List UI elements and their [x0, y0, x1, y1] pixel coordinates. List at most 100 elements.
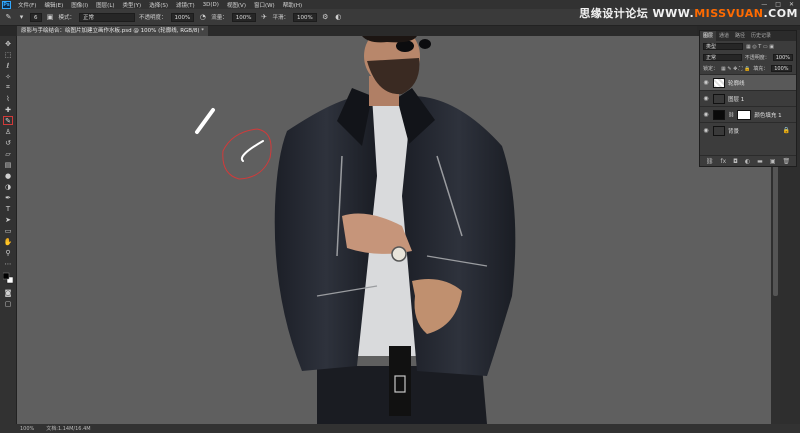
layer-thumbnail [713, 125, 725, 136]
layer-row[interactable]: ◉ 背景 🔒 [700, 122, 796, 138]
layers-panel: 图层 通道 路径 历史记录 类型 ▦ ◎ T ▭ ▣ 正常 不透明度： 100%… [699, 30, 797, 167]
fx-icon[interactable]: fx [720, 158, 726, 165]
layer-name: 轮廓线 [728, 80, 745, 87]
document-canvas[interactable] [17, 36, 780, 424]
brush-size-picker[interactable]: 6 [30, 12, 42, 22]
filter-icons[interactable]: ▦ ◎ T ▭ ▣ [746, 44, 774, 50]
pressure-opacity-icon[interactable]: ◔ [198, 13, 207, 22]
menu-type[interactable]: 类型(Y) [119, 1, 146, 9]
tools-panel: ✥ ⬚ ℓ ✧ ⌗ ⌇ ✚ ✎ ♙ ↺ ▱ ▤ ● ◑ ✒ T ➤ ▭ ✋ ⚲ … [0, 36, 17, 426]
eyedropper-tool-icon[interactable]: ⌇ [3, 94, 13, 103]
layer-name: 图层 1 [728, 96, 745, 103]
layer-mask-thumbnail[interactable] [737, 109, 752, 120]
opacity-field[interactable]: 100% [170, 12, 195, 22]
add-mask-icon[interactable]: ◘ [733, 158, 738, 165]
flow-field[interactable]: 100% [231, 12, 256, 22]
brush-tool-icon[interactable]: ✎ [4, 13, 13, 22]
smoothing-field[interactable]: 100% [293, 12, 317, 22]
pen-tool-icon[interactable]: ✒ [3, 193, 13, 202]
layer-row[interactable]: ◉ 轮廓线 [700, 74, 796, 90]
layer-thumbnail [713, 77, 725, 88]
layer-thumbnail [713, 93, 725, 104]
zoom-tool-icon[interactable]: ⚲ [3, 248, 13, 257]
link-layers-icon[interactable]: ⛓ [706, 158, 714, 165]
fill-label: 填充： [753, 66, 769, 72]
menu-window[interactable]: 窗口(W) [250, 1, 279, 9]
eye-icon[interactable]: ◉ [702, 79, 710, 86]
layer-row[interactable]: ◉ ⛓ 颜色填充 1 [700, 106, 796, 122]
menu-file[interactable]: 文件(F) [14, 1, 40, 9]
menu-help[interactable]: 帮助(H) [279, 1, 306, 9]
hand-tool-icon[interactable]: ✋ [3, 237, 13, 246]
path-select-tool-icon[interactable]: ➤ [3, 215, 13, 224]
menu-layer[interactable]: 图层(L) [92, 1, 118, 9]
lasso-tool-icon[interactable]: ℓ [3, 61, 13, 70]
tab-layers[interactable]: 图层 [700, 31, 717, 41]
history-brush-tool-icon[interactable]: ↺ [3, 138, 13, 147]
menu-image[interactable]: 图像(I) [67, 1, 92, 9]
marquee-tool-icon[interactable]: ⬚ [3, 50, 13, 59]
tab-channels[interactable]: 通道 [716, 31, 732, 41]
layer-opacity-field[interactable]: 100% [772, 54, 793, 61]
brush-settings-icon[interactable]: ▣ [46, 13, 55, 22]
dodge-tool-icon[interactable]: ◑ [3, 182, 13, 191]
menu-edit[interactable]: 编辑(E) [40, 1, 67, 9]
menu-filter[interactable]: 滤镜(T) [172, 1, 199, 9]
zoom-level[interactable]: 100% [20, 426, 34, 432]
document-tab-bar: 原影与手绘结合：绘图片加建立画作水板.psd @ 100% (轮廓线, RGB/… [17, 26, 697, 36]
layer-kind-filter[interactable]: 类型 [703, 43, 743, 50]
layer-name: 背景 [728, 128, 740, 135]
layer-thumbnail [713, 109, 725, 120]
airbrush-icon[interactable]: ✈ [260, 13, 269, 22]
pressure-size-icon[interactable]: ◐ [334, 13, 343, 22]
screen-mode-icon[interactable]: ▢ [3, 299, 13, 308]
adjustment-layer-icon[interactable]: ◐ [745, 158, 750, 165]
fill-field[interactable]: 100% [771, 65, 792, 72]
blend-row: 正常 不透明度： 100% [700, 52, 796, 63]
clone-stamp-tool-icon[interactable]: ♙ [3, 127, 13, 136]
document-tab[interactable]: 原影与手绘结合：绘图片加建立画作水板.psd @ 100% (轮廓线, RGB/… [17, 26, 209, 36]
eye-icon[interactable]: ◉ [702, 127, 710, 134]
crop-tool-icon[interactable]: ⌗ [3, 83, 13, 92]
type-tool-icon[interactable]: T [3, 204, 13, 213]
eye-icon[interactable]: ◉ [702, 95, 710, 102]
move-tool-icon[interactable]: ✥ [3, 39, 13, 48]
document-info[interactable]: 文档:1.14M/16.4M [46, 425, 90, 432]
eye-icon[interactable]: ◉ [702, 111, 710, 118]
blend-mode-select[interactable]: 正常 [703, 54, 742, 61]
tab-history[interactable]: 历史记录 [748, 31, 774, 41]
tab-paths[interactable]: 路径 [732, 31, 748, 41]
menu-view[interactable]: 视图(V) [223, 1, 250, 9]
quick-select-tool-icon[interactable]: ✧ [3, 72, 13, 81]
flow-label: 流量： [211, 15, 228, 21]
menu-select[interactable]: 选择(S) [145, 1, 172, 9]
blur-tool-icon[interactable]: ● [3, 171, 13, 180]
delete-layer-icon[interactable]: 🗑 [783, 158, 791, 165]
gear-icon[interactable]: ⚙ [321, 13, 330, 22]
site-watermark: 思缘设计论坛 WWW.MISSVUAN.COM [579, 5, 798, 21]
new-layer-icon[interactable]: ▣ [770, 158, 776, 165]
layer-row[interactable]: ◉ 图层 1 [700, 90, 796, 106]
layers-panel-footer: ⛓ fx ◘ ◐ ▬ ▣ 🗑 [700, 155, 796, 166]
layer-filter-row: 类型 ▦ ◎ T ▭ ▣ [700, 41, 796, 52]
chevron-down-icon[interactable]: ▾ [17, 13, 26, 22]
eraser-tool-icon[interactable]: ▱ [3, 149, 13, 158]
lock-icons[interactable]: ▦ ✎ ✥ ⛶ 🔒 [721, 66, 750, 72]
quick-mask-icon[interactable]: ◙ [3, 288, 13, 297]
smoothing-label: 平滑： [272, 15, 290, 21]
new-group-icon[interactable]: ▬ [757, 158, 763, 165]
panel-tabs: 图层 通道 路径 历史记录 [700, 31, 796, 41]
lock-row: 锁定： ▦ ✎ ✥ ⛶ 🔒 填充： 100% [700, 63, 796, 74]
brush-tool-icon[interactable]: ✎ [3, 116, 13, 125]
menu-3d[interactable]: 3D(D) [199, 2, 223, 8]
gradient-tool-icon[interactable]: ▤ [3, 160, 13, 169]
mode-select[interactable]: 正常 [79, 12, 136, 22]
rectangle-tool-icon[interactable]: ▭ [3, 226, 13, 235]
watermark-url-b: MISSVUAN [694, 7, 764, 20]
more-tools-icon[interactable]: ⋯ [3, 259, 13, 268]
lock-label: 锁定： [703, 66, 719, 72]
healing-brush-tool-icon[interactable]: ✚ [3, 105, 13, 114]
watermark-url-c: .COM [763, 7, 798, 20]
layer-opacity-label: 不透明度： [744, 55, 770, 61]
color-swatches-icon[interactable] [3, 272, 13, 284]
